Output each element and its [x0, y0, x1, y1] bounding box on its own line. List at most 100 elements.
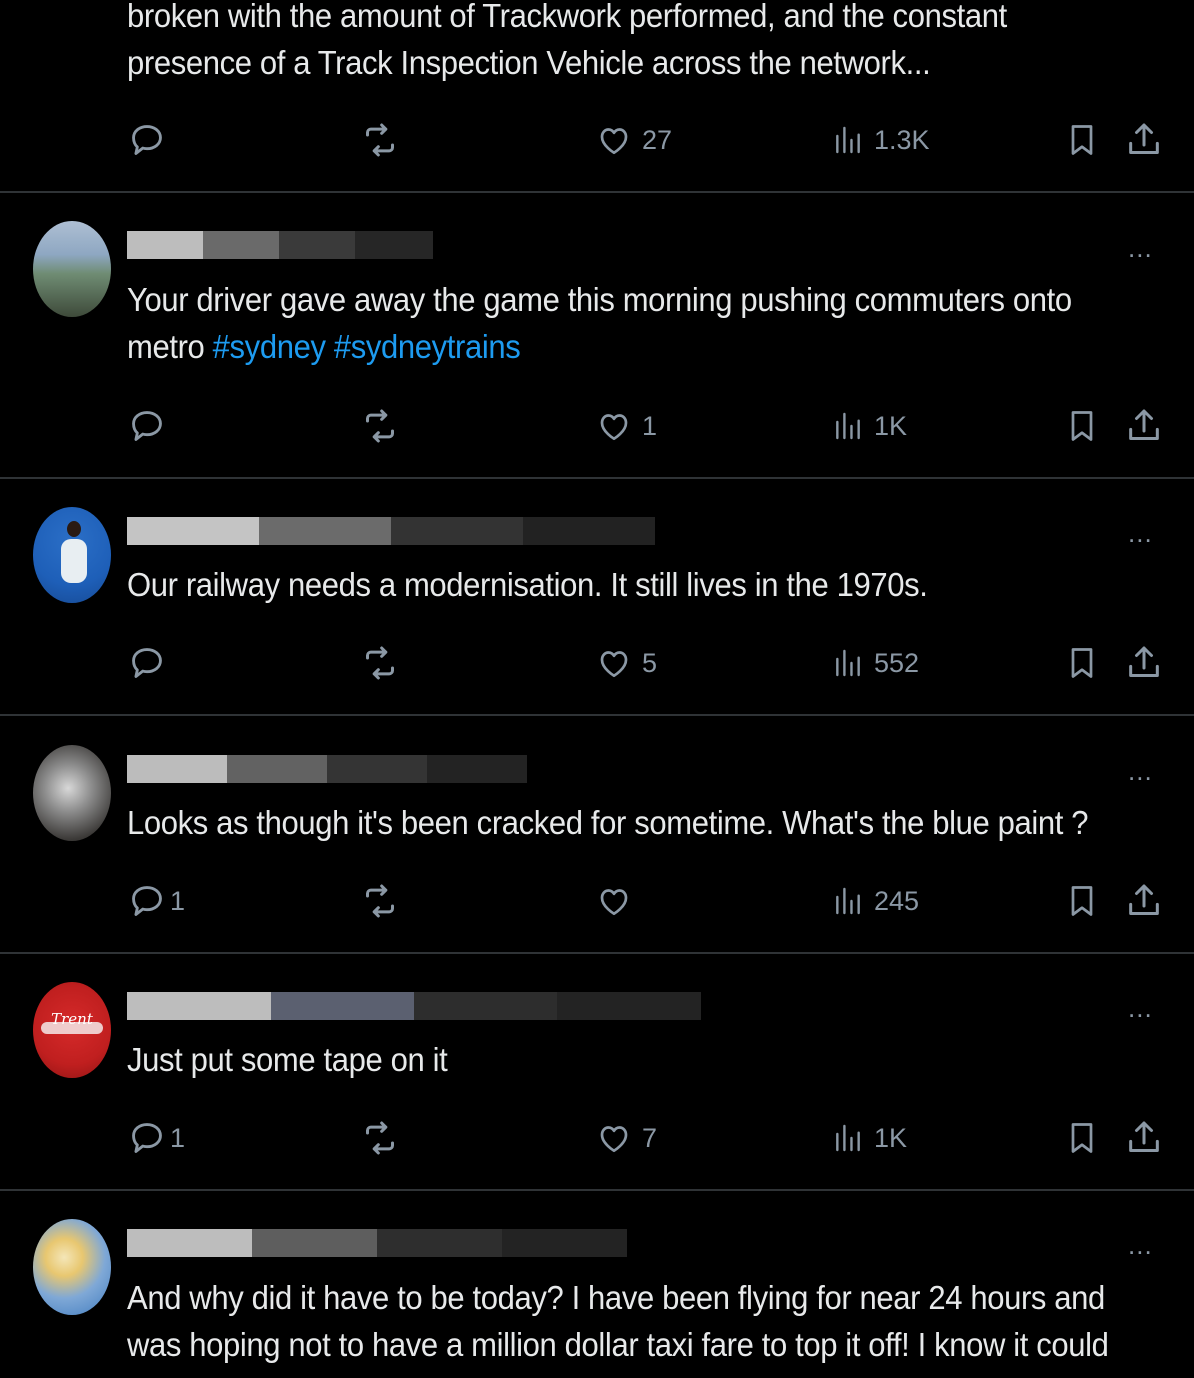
share-button[interactable] — [1124, 879, 1164, 923]
like-count: 7 — [642, 1122, 658, 1153]
views-icon — [836, 126, 860, 154]
bookmark-button[interactable] — [1064, 879, 1100, 923]
views-icon — [836, 1124, 860, 1152]
bookmark-icon — [1071, 886, 1093, 916]
heart-icon — [600, 889, 628, 916]
post-text-line: And why did it have to be today? I have … — [127, 1279, 1105, 1316]
username-blurred[interactable] — [127, 517, 655, 545]
bookmark-button[interactable] — [1064, 641, 1100, 685]
share-button[interactable] — [1124, 641, 1164, 685]
avatar[interactable] — [33, 507, 111, 603]
hashtag-link[interactable]: #sydneytrains — [334, 328, 521, 365]
views-count: 245 — [874, 885, 920, 916]
reply-button[interactable]: 1 — [128, 879, 185, 923]
reply-icon — [132, 125, 162, 155]
reply-icon — [132, 886, 162, 916]
more-options-button[interactable]: ... — [1128, 758, 1153, 784]
bookmark-icon — [1071, 648, 1093, 678]
reply-count: 1 — [170, 885, 186, 916]
post-actions: 1 7 1K — [0, 1116, 1194, 1160]
bookmark-button[interactable] — [1064, 118, 1100, 162]
like-count: 5 — [642, 647, 658, 678]
post-divider — [0, 191, 1194, 193]
reply-button[interactable]: 1 — [128, 1116, 185, 1160]
like-button[interactable]: 1 — [596, 404, 657, 448]
post-text-line: was hoping not to have a million dollar … — [127, 1326, 1109, 1363]
reply-icon — [132, 648, 162, 678]
share-icon — [1129, 1121, 1159, 1152]
repost-icon — [366, 123, 394, 157]
share-button[interactable] — [1124, 404, 1164, 448]
bookmark-icon — [1071, 411, 1093, 441]
share-icon — [1129, 884, 1159, 915]
like-count: 27 — [642, 124, 673, 155]
post-text-line: broken with the amount of Trackwork perf… — [127, 0, 1007, 34]
avatar[interactable] — [33, 221, 111, 317]
repost-button[interactable] — [360, 404, 400, 448]
bookmark-button[interactable] — [1064, 404, 1100, 448]
views-count: 552 — [874, 647, 920, 678]
bookmark-icon — [1071, 125, 1093, 155]
more-options-button[interactable]: ... — [1128, 1232, 1153, 1258]
more-options-button[interactable]: ... — [1128, 995, 1153, 1021]
share-icon — [1129, 646, 1159, 677]
post-text-line: presence of a Track Inspection Vehicle a… — [127, 44, 931, 81]
share-button[interactable] — [1124, 1116, 1164, 1160]
share-icon — [1129, 123, 1159, 154]
bookmark-icon — [1071, 1123, 1093, 1153]
reply-button[interactable] — [128, 118, 176, 162]
heart-icon — [600, 1126, 628, 1153]
post-text-line: metro #sydney #sydneytrains — [127, 323, 1105, 370]
reply-icon — [132, 411, 162, 441]
username-blurred[interactable] — [127, 231, 433, 259]
reply-button[interactable] — [128, 404, 176, 448]
views-button[interactable]: 1.3K — [832, 118, 930, 162]
reply-icon — [132, 1123, 162, 1153]
views-icon — [836, 412, 860, 440]
like-button[interactable] — [596, 879, 642, 923]
post-actions: 27 1.3K — [0, 118, 1194, 162]
post-text-line: Your driver gave away the game this morn… — [127, 281, 1072, 318]
repost-button[interactable] — [360, 1116, 400, 1160]
views-button[interactable]: 552 — [832, 641, 919, 685]
post-divider — [0, 952, 1194, 954]
like-button[interactable]: 27 — [596, 118, 672, 162]
username-blurred[interactable] — [127, 992, 701, 1020]
more-options-button[interactable]: ... — [1128, 520, 1153, 546]
post-text-line: Our railway needs a modernisation. It st… — [127, 566, 928, 603]
repost-button[interactable] — [360, 879, 400, 923]
views-button[interactable]: 1K — [832, 1116, 907, 1160]
heart-icon — [600, 128, 628, 155]
avatar-label: Trent — [51, 1010, 93, 1028]
more-options-button[interactable]: ... — [1128, 235, 1153, 261]
avatar[interactable] — [33, 745, 111, 841]
views-count: 1.3K — [874, 124, 930, 155]
views-icon — [836, 649, 860, 677]
share-icon — [1129, 409, 1159, 440]
avatar[interactable]: Trent — [33, 982, 111, 1078]
post-text-word: metro — [127, 328, 205, 365]
reply-button[interactable] — [128, 641, 176, 685]
like-count: 1 — [642, 410, 658, 441]
username-blurred[interactable] — [127, 755, 527, 783]
views-button[interactable]: 1K — [832, 404, 907, 448]
repost-icon — [366, 1121, 394, 1155]
post-text-line: Just put some tape on it — [127, 1041, 448, 1078]
post-text-line: Looks as though it's been cracked for so… — [127, 804, 1089, 841]
views-button[interactable]: 245 — [832, 879, 919, 923]
post-actions: 5 552 — [0, 641, 1194, 685]
avatar[interactable] — [33, 1219, 111, 1315]
heart-icon — [600, 414, 628, 441]
views-count: 1K — [874, 1122, 908, 1153]
username-blurred[interactable] — [127, 1229, 627, 1257]
bookmark-button[interactable] — [1064, 1116, 1100, 1160]
share-button[interactable] — [1124, 118, 1164, 162]
views-count: 1K — [874, 410, 908, 441]
repost-icon — [366, 646, 394, 680]
views-icon — [836, 887, 860, 915]
repost-button[interactable] — [360, 118, 400, 162]
repost-button[interactable] — [360, 641, 400, 685]
like-button[interactable]: 5 — [596, 641, 657, 685]
like-button[interactable]: 7 — [596, 1116, 657, 1160]
hashtag-link[interactable]: #sydney — [213, 328, 326, 365]
